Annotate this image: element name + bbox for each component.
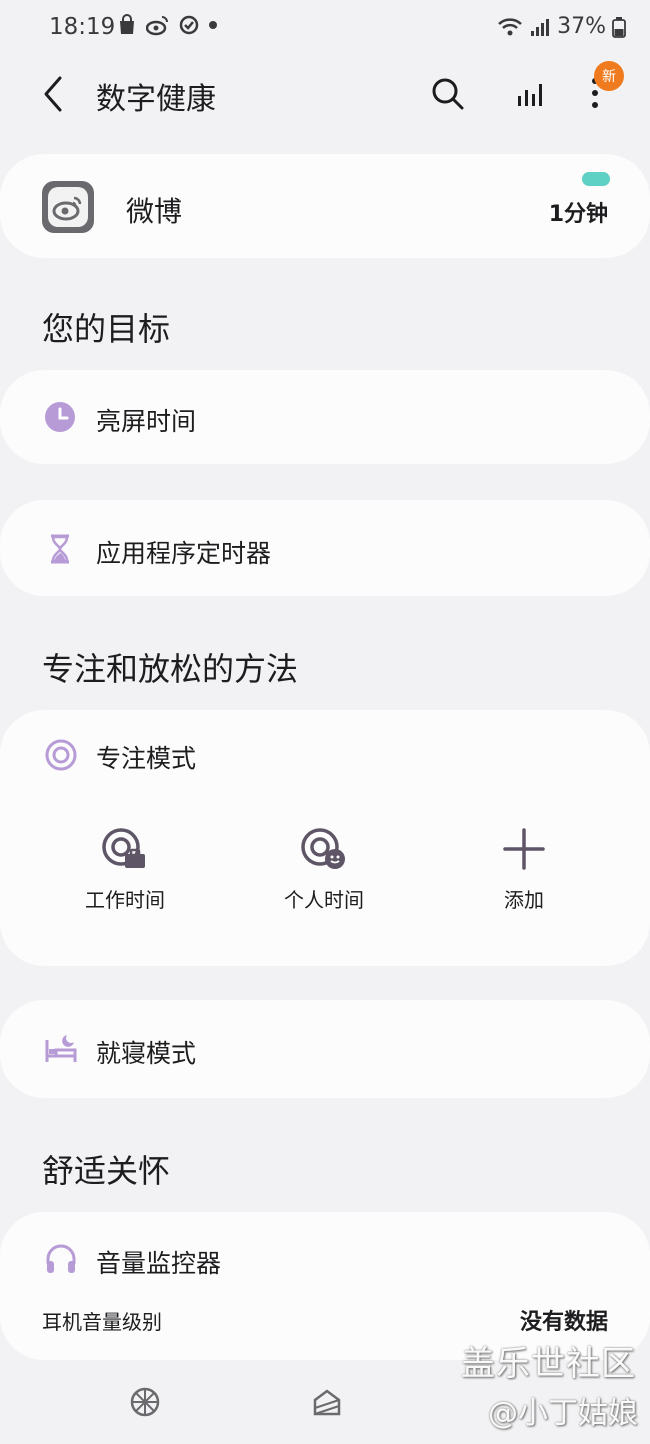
dot-icon: [209, 21, 217, 29]
bedtime-mode-label: 就寝模式: [96, 1039, 197, 1068]
bedtime-mode-card[interactable]: 就寝模式: [0, 1000, 650, 1098]
bed-icon: [45, 1035, 77, 1062]
headphone-level-label: 耳机音量级别: [42, 1310, 162, 1334]
work-time-label: 工作时间: [85, 888, 165, 912]
usage-bar: [582, 172, 610, 186]
status-right: 37%: [497, 14, 626, 39]
status-time: 18:19: [49, 14, 116, 40]
search-icon[interactable]: [428, 74, 468, 114]
screen-time-card[interactable]: 亮屏时间: [0, 370, 650, 464]
app-usage-card[interactable]: 微博 1分钟: [0, 154, 650, 258]
parental-nav-icon[interactable]: [311, 1386, 343, 1418]
signal-icon: [531, 18, 550, 36]
app-name: 微博: [126, 195, 183, 228]
headphones-icon: [46, 1244, 76, 1273]
app-timer-label: 应用程序定时器: [96, 539, 272, 568]
shopping-bag-icon: [120, 14, 134, 34]
volume-monitor-label: 音量监控器: [96, 1249, 222, 1278]
work-focus-icon: [102, 828, 145, 868]
personal-time-label: 个人时间: [284, 888, 364, 912]
page-title: 数字健康: [96, 82, 216, 117]
back-icon[interactable]: [38, 74, 70, 114]
new-badge: 新: [594, 61, 624, 91]
hourglass-icon: [51, 534, 69, 564]
weibo-app-icon: [42, 181, 94, 233]
add-focus-button[interactable]: 添加: [464, 826, 584, 913]
personal-time-button[interactable]: 个人时间: [264, 826, 384, 913]
work-time-button[interactable]: 工作时间: [65, 826, 185, 913]
wifi-icon: [498, 17, 522, 35]
add-label: 添加: [504, 888, 544, 912]
goals-section-title: 您的目标: [42, 310, 171, 348]
wellbeing-section-title: 舒适关怀: [42, 1152, 171, 1190]
weibo-notification-icon: [146, 16, 168, 36]
notification-icons: [116, 14, 218, 36]
plus-icon: [503, 828, 545, 870]
dashboard-nav-icon[interactable]: [129, 1386, 161, 1418]
focus-target-icon: [45, 739, 77, 771]
screen-time-label: 亮屏时间: [96, 407, 197, 436]
battery-icon: [612, 16, 626, 38]
sync-icon: [179, 15, 199, 35]
focus-mode-card: 专注模式 工作时间 个人时间 添加: [0, 710, 650, 966]
clock-icon: [45, 402, 75, 432]
headphone-level-value: 没有数据: [519, 1310, 608, 1335]
stats-icon[interactable]: [512, 76, 548, 112]
watermark-community: 盖乐世社区: [461, 1344, 636, 1384]
personal-focus-icon: [301, 828, 345, 869]
focus-section-title: 专注和放松的方法: [42, 650, 299, 688]
battery-percent: 37%: [557, 14, 606, 39]
app-timer-card[interactable]: 应用程序定时器: [0, 500, 650, 596]
focus-mode-label[interactable]: 专注模式: [96, 739, 196, 775]
usage-time: 1分钟: [548, 202, 608, 227]
watermark-username: @小丁姑娘: [488, 1396, 638, 1431]
